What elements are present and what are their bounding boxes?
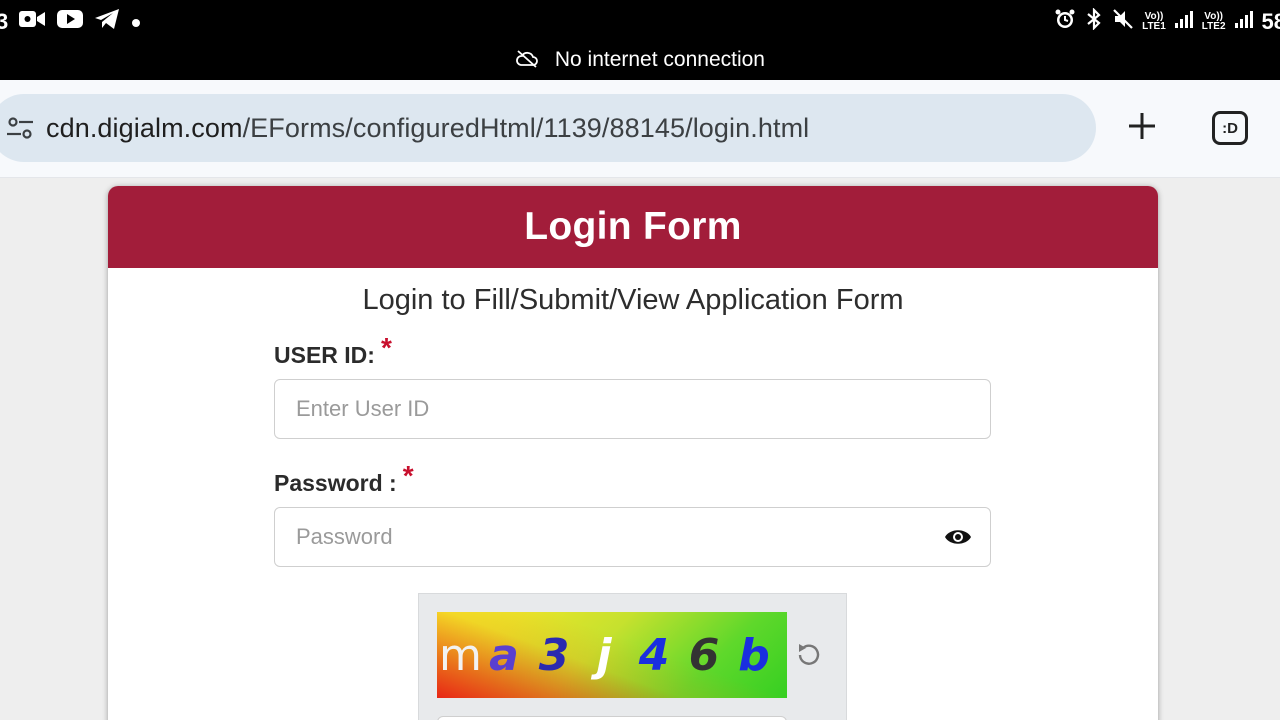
system-icons: Vo)) LTE1 Vo)) LTE2 58 [1054,7,1280,36]
refresh-icon [793,639,825,676]
sim1-indicator: Vo)) LTE1 [1142,12,1166,32]
url-host: cdn.digialm.com [46,112,243,143]
password-label: Password : * [274,460,414,498]
connection-message: No internet connection [554,48,765,71]
tab-switcher-icon: :D [1222,119,1238,137]
captcha-panel: ma3j46b [418,593,847,720]
cloud-off-icon [515,48,555,71]
captcha-characters: ma3j46b [437,612,787,698]
notification-icons: 3 [0,8,142,36]
sim2-indicator: Vo)) LTE2 [1202,12,1226,32]
site-settings-icon[interactable] [4,112,36,144]
captcha-char: a [489,629,519,681]
bluetooth-icon [1084,7,1104,36]
form-subtitle: Login to Fill/Submit/View Application Fo… [362,284,904,316]
browser-toolbar: cdn.digialm.com/EForms/configuredHtml/11… [0,80,1280,178]
eye-icon[interactable] [944,525,972,549]
userid-label-text: USER ID: [274,342,375,368]
userid-input[interactable] [275,380,990,438]
captcha-char: m [439,629,482,681]
password-field[interactable] [274,507,991,567]
refresh-captcha-button[interactable] [792,640,826,674]
login-card: Login Form Login to Fill/Submit/View App… [108,186,1158,720]
tab-switcher-button[interactable]: :D [1212,111,1248,145]
captcha-char: 3 [538,629,570,681]
alarm-icon [1054,8,1076,36]
video-camera-icon [18,8,46,36]
more-notifications-dot-icon [130,9,142,35]
captcha-input[interactable] [437,716,787,720]
captcha-char: j [596,629,612,681]
password-input[interactable] [275,508,990,566]
required-asterisk: * [380,332,392,363]
youtube-icon [56,8,84,36]
userid-field[interactable] [274,379,991,439]
sim1-lte-label: LTE1 [1142,21,1166,32]
page-title: Login Form [524,205,742,248]
signal-strength-icon [1174,9,1194,35]
password-label-text: Password : [274,470,397,496]
required-asterisk: * [402,460,414,491]
captcha-char: b [738,629,770,681]
new-tab-button[interactable] [1122,108,1162,148]
card-header: Login Form [108,186,1158,268]
sim2-lte-label: LTE2 [1201,21,1226,32]
telegram-icon [94,8,120,36]
status-left-digit: 3 [0,9,9,34]
address-bar[interactable]: cdn.digialm.com/EForms/configuredHtml/11… [0,94,1096,162]
status-bar: 3 Vo)) LTE1 Vo)) LTE2 58 No internet con… [0,0,1280,80]
captcha-char: 4 [638,629,670,681]
mute-icon [1112,8,1134,36]
url-text[interactable]: cdn.digialm.com/EForms/configuredHtml/11… [46,113,809,144]
captcha-char: 6 [688,629,720,681]
connection-banner: No internet connection [0,48,1280,72]
url-path: /EForms/configuredHtml/1139/88145/login.… [242,112,810,143]
userid-label: USER ID: * [274,332,392,370]
signal-strength-icon [1234,9,1254,35]
captcha-image: ma3j46b [437,612,787,698]
battery-percentage: 58 [1261,9,1280,34]
plus-icon [1127,111,1157,146]
